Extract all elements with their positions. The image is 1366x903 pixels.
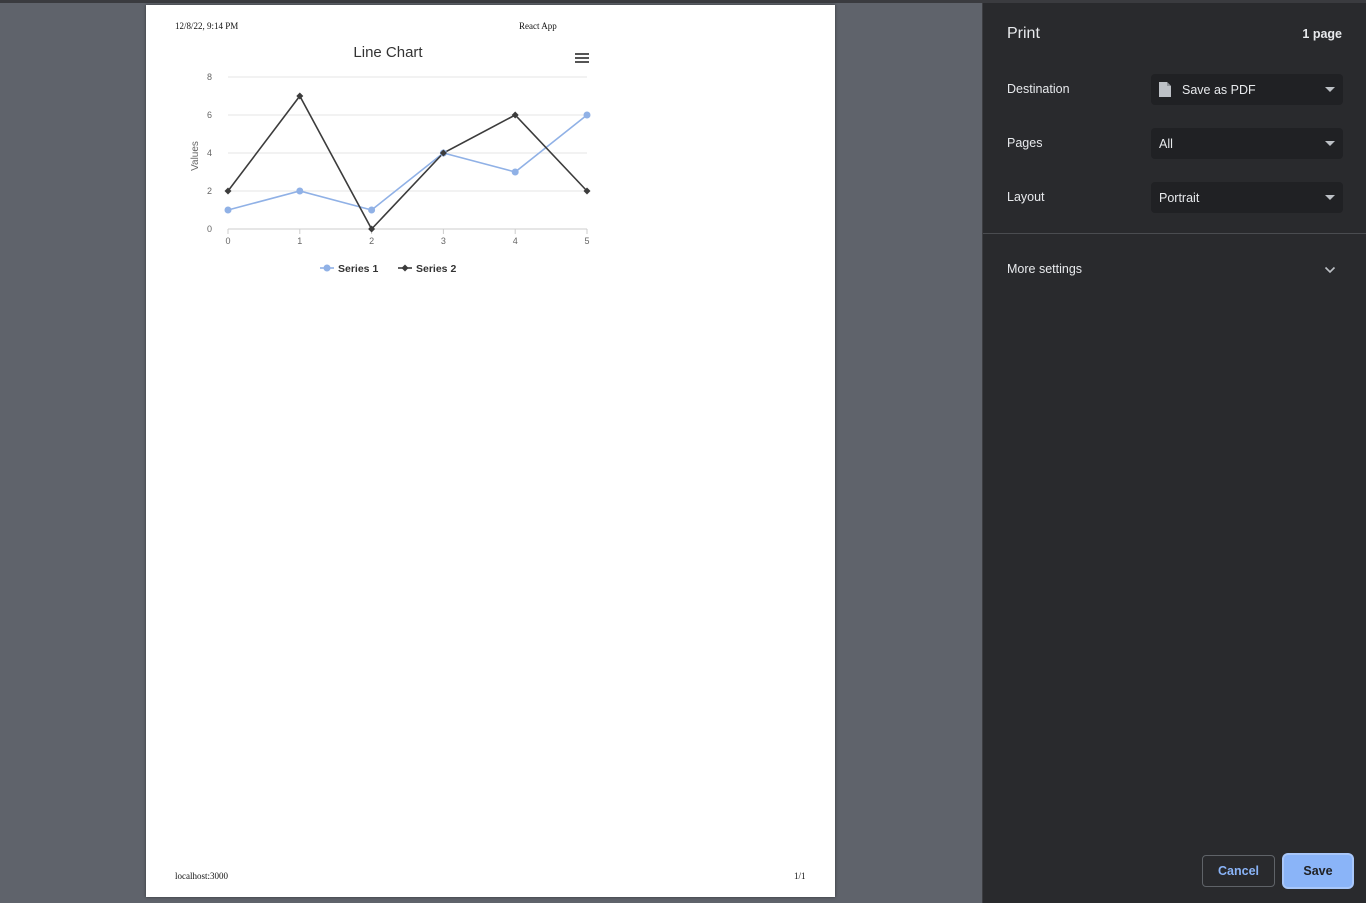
print-settings-panel: Print 1 page Destination Save as PDF Pag… (982, 3, 1366, 903)
page-header-date: 12/8/22, 9:14 PM (175, 21, 239, 31)
save-button[interactable]: Save (1284, 855, 1352, 887)
series-1-point (224, 206, 232, 214)
document-icon (1159, 82, 1171, 97)
destination-value: Save as PDF (1182, 83, 1256, 97)
legend-marker (323, 264, 331, 272)
series-1-point (296, 187, 304, 195)
legend-label: Series 1 (338, 263, 378, 275)
series-1-point (511, 168, 519, 176)
page-footer-url: localhost:3000 (175, 871, 228, 881)
print-preview-area[interactable]: 12/8/22, 9:14 PM React App Line Chart Va… (0, 3, 982, 903)
page-header-title: React App (519, 21, 557, 31)
x-tick-label: 5 (584, 236, 589, 246)
chart-title: Line Chart (353, 44, 423, 61)
series-1-point (368, 206, 376, 214)
expand-chevron-icon[interactable] (1324, 266, 1336, 274)
cancel-button[interactable]: Cancel (1202, 855, 1275, 887)
x-tick-label: 1 (297, 236, 302, 246)
line-chart: Line Chart Values 0 2 4 6 8 0 1 2 3 4 5 Series 1 Se… (176, 35, 606, 290)
chevron-down-icon (1325, 141, 1335, 146)
chevron-down-icon (1325, 195, 1335, 200)
x-tick-label: 4 (513, 236, 518, 246)
series-2-line (227, 94, 588, 231)
line-chart-svg: Line Chart Values 0 2 4 6 8 0 1 2 3 4 5 Series 1 Se… (190, 44, 591, 275)
x-tick-label: 2 (369, 236, 374, 246)
y-tick-label: 4 (207, 148, 212, 158)
series-1-point (583, 111, 591, 119)
layout-label: Layout (1007, 190, 1045, 204)
y-tick-label: 8 (207, 72, 212, 82)
y-tick-label: 6 (207, 110, 212, 120)
x-tick-label: 3 (441, 236, 446, 246)
destination-select[interactable]: Save as PDF (1151, 74, 1343, 105)
legend-marker (401, 264, 409, 272)
panel-title: Print (1007, 25, 1040, 42)
layout-select[interactable]: Portrait (1151, 182, 1343, 213)
preview-page: 12/8/22, 9:14 PM React App Line Chart Va… (146, 5, 835, 897)
layout-value: Portrait (1159, 191, 1200, 205)
y-tick-label: 2 (207, 186, 212, 196)
chevron-down-icon (1325, 87, 1335, 92)
pages-label: Pages (1007, 136, 1043, 150)
pages-value: All (1159, 137, 1173, 151)
pages-select[interactable]: All (1151, 128, 1343, 159)
destination-label: Destination (1007, 82, 1070, 96)
more-settings-toggle[interactable]: More settings (1007, 262, 1082, 276)
page-footer-number: 1/1 (794, 871, 806, 881)
page-count: 1 page (1302, 27, 1342, 41)
section-divider (983, 233, 1366, 234)
y-tick-label: 0 (207, 224, 212, 234)
y-axis-label: Values (190, 141, 201, 171)
legend-label: Series 2 (416, 263, 456, 275)
x-tick-label: 0 (225, 236, 230, 246)
hamburger-menu-icon[interactable] (575, 53, 589, 63)
series-1-line (227, 114, 588, 211)
